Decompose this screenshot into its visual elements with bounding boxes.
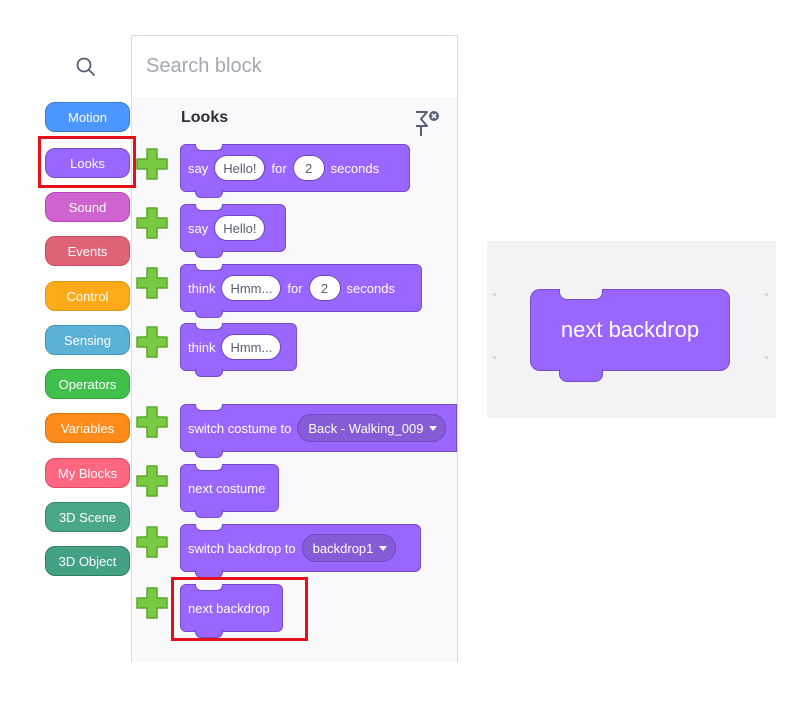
grid-dot xyxy=(765,293,768,296)
dropdown-value: backdrop1 xyxy=(312,540,374,556)
category-operators[interactable]: Operators xyxy=(45,369,130,399)
category-label: 3D Scene xyxy=(58,509,117,525)
block-notch xyxy=(195,189,223,198)
say-for-seconds-block[interactable]: say Hello! for 2 seconds xyxy=(180,144,410,198)
block-text: next costume xyxy=(188,480,266,496)
block-text: seconds xyxy=(346,280,395,296)
block-notch xyxy=(195,524,223,531)
dropdown-caret-icon xyxy=(379,545,388,551)
switch-costume-block[interactable]: switch costume to Back - Walking_009 xyxy=(180,404,457,458)
say-text-input[interactable]: Hello! xyxy=(214,215,266,241)
block-notch xyxy=(559,369,603,382)
add-icon[interactable] xyxy=(135,147,169,181)
add-icon[interactable] xyxy=(135,206,169,240)
backdrop-dropdown[interactable]: backdrop1 xyxy=(301,534,397,562)
block-notch xyxy=(195,204,223,211)
category-motion[interactable]: Motion xyxy=(45,102,130,132)
add-icon[interactable] xyxy=(135,405,169,439)
category-label: Operators xyxy=(58,376,117,392)
category-sound[interactable]: Sound xyxy=(45,192,130,222)
category-3d-scene[interactable]: 3D Scene xyxy=(45,502,130,532)
block-text: think xyxy=(188,339,216,355)
think-text-input[interactable]: Hmm... xyxy=(221,275,282,301)
block-notch xyxy=(195,404,223,411)
category-my-blocks[interactable]: My Blocks xyxy=(45,458,130,488)
category-label: Motion xyxy=(67,109,108,125)
add-icon[interactable] xyxy=(135,266,169,300)
search-placeholder: Search block xyxy=(146,55,262,77)
add-icon[interactable] xyxy=(135,525,169,559)
block-text: say xyxy=(188,220,209,236)
category-variables[interactable]: Variables xyxy=(45,413,130,443)
seconds-input[interactable]: 2 xyxy=(308,275,341,301)
clear-pin-icon[interactable] xyxy=(412,108,442,140)
next-backdrop-preview-block[interactable]: next backdrop xyxy=(530,289,730,382)
block-notch xyxy=(195,323,223,330)
category-label: 3D Object xyxy=(58,553,117,569)
next-backdrop-highlight xyxy=(171,577,308,641)
block-notch xyxy=(195,368,223,377)
dropdown-caret-icon xyxy=(429,425,438,431)
dropdown-value: Back - Walking_009 xyxy=(308,420,424,436)
block-text: seconds xyxy=(330,160,380,176)
block-notch xyxy=(195,464,223,471)
category-label: Sound xyxy=(68,199,107,215)
block-notch xyxy=(195,509,223,518)
search-icon xyxy=(76,57,95,76)
costume-dropdown[interactable]: Back - Walking_009 xyxy=(297,414,447,442)
add-icon[interactable] xyxy=(135,464,169,498)
add-icon[interactable] xyxy=(135,325,169,359)
block-text: switch backdrop to xyxy=(188,540,296,556)
block-notch xyxy=(195,449,223,458)
think-text-input[interactable]: Hmm... xyxy=(221,334,282,360)
next-costume-block[interactable]: next costume xyxy=(180,464,279,518)
block-notch xyxy=(195,264,223,271)
think-for-seconds-block[interactable]: think Hmm... for 2 seconds xyxy=(180,264,422,318)
seconds-input[interactable]: 2 xyxy=(292,155,325,181)
looks-category-highlight xyxy=(38,136,136,188)
block-text: say xyxy=(188,160,209,176)
grid-dot xyxy=(765,356,768,359)
category-control[interactable]: Control xyxy=(45,281,130,311)
block-notch xyxy=(195,144,223,151)
category-sensing[interactable]: Sensing xyxy=(45,325,130,355)
add-icon[interactable] xyxy=(135,586,169,620)
block-text: for xyxy=(271,160,287,176)
preview-block-text: next backdrop xyxy=(560,317,700,342)
section-title: Looks xyxy=(181,109,229,126)
search-input[interactable]: Search block xyxy=(133,35,457,99)
category-label: Sensing xyxy=(64,332,111,348)
say-block[interactable]: say Hello! xyxy=(180,204,286,258)
category-label: Control xyxy=(66,288,109,304)
category-label: Events xyxy=(67,243,108,259)
category-3d-object[interactable]: 3D Object xyxy=(45,546,130,576)
think-block[interactable]: think Hmm... xyxy=(180,323,297,377)
category-events[interactable]: Events xyxy=(45,236,130,266)
block-text: think xyxy=(188,280,216,296)
block-text: switch costume to xyxy=(188,420,292,436)
block-notch xyxy=(195,309,223,318)
block-notch xyxy=(195,249,223,258)
search-button[interactable] xyxy=(40,35,132,99)
category-label: Variables xyxy=(60,420,115,436)
block-text: for xyxy=(287,280,303,296)
grid-dot xyxy=(493,293,496,296)
switch-backdrop-block[interactable]: switch backdrop to backdrop1 xyxy=(180,524,421,578)
grid-dot xyxy=(493,356,496,359)
category-label: My Blocks xyxy=(57,465,118,481)
say-text-input[interactable]: Hello! xyxy=(214,155,266,181)
block-notch xyxy=(559,289,603,300)
